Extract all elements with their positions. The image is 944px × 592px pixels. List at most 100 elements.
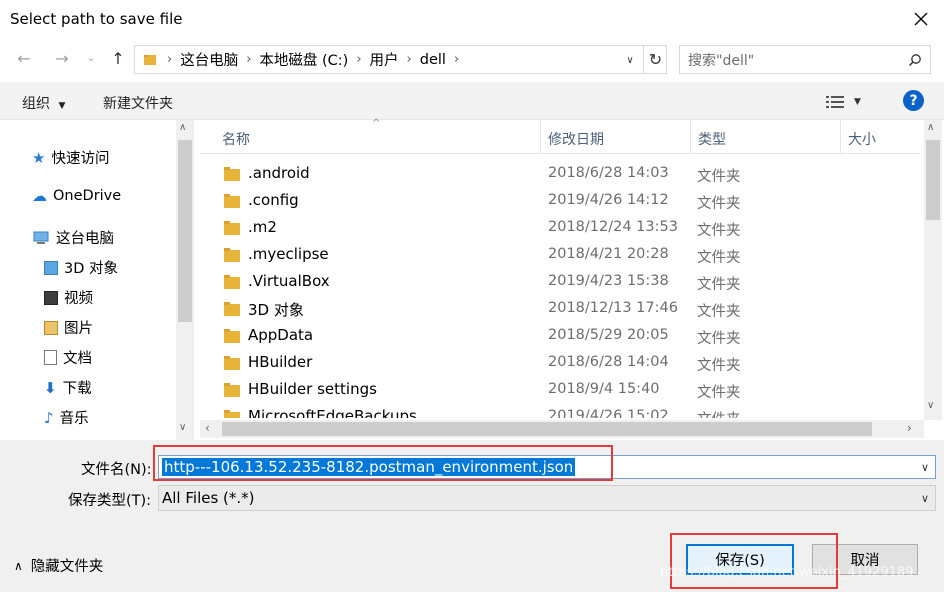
breadcrumb-separator[interactable]: › <box>354 52 363 67</box>
file-type: 文件夹 <box>697 358 741 374</box>
help-button[interactable]: ? <box>903 90 924 111</box>
file-row[interactable]: HBuilder settings 2018/9/4 15:40 文件夹 <box>200 377 920 404</box>
recent-locations-button[interactable]: ⌄ <box>82 46 100 70</box>
file-list-scrollbar-thumb[interactable] <box>926 140 940 220</box>
folder-icon <box>224 329 240 343</box>
breadcrumb-users[interactable]: 用户 <box>364 49 405 70</box>
nav-label: 文档 <box>63 351 92 367</box>
file-type: 文件夹 <box>697 304 741 320</box>
nav-label: 这台电脑 <box>56 231 114 247</box>
view-options-button[interactable]: ▼ <box>826 92 870 112</box>
arrow-left-icon: ← <box>17 48 31 68</box>
filename-dropdown-button[interactable]: ∨ <box>916 456 934 478</box>
breadcrumb-separator[interactable]: › <box>244 52 253 67</box>
music-icon: ♪ <box>44 408 54 427</box>
scroll-up-icon[interactable]: ∧ <box>179 122 186 133</box>
file-name: .m2 <box>248 218 277 236</box>
dropdown-arrow-icon: ▼ <box>854 97 861 107</box>
column-size[interactable]: 大小 <box>848 129 876 149</box>
address-bar[interactable]: › 这台电脑 › 本地磁盘 (C:) › 用户 › dell › <box>134 45 667 74</box>
organize-button[interactable]: 组织 ▼ <box>22 93 65 113</box>
3d-objects-icon <box>44 260 58 275</box>
file-row[interactable]: .myeclipse 2018/4/21 20:28 文件夹 <box>200 242 920 269</box>
file-row[interactable]: .android 2018/6/28 14:03 文件夹 <box>200 161 920 188</box>
column-type[interactable]: 类型 <box>698 129 726 149</box>
nav-quick-access[interactable]: ★ 快速访问 <box>32 147 109 168</box>
column-name[interactable]: 名称 <box>222 129 250 149</box>
filename-label: 文件名(N): <box>81 462 152 478</box>
column-modified[interactable]: 修改日期 <box>548 129 604 149</box>
hide-folders-toggle[interactable]: ∧ 隐藏文件夹 <box>14 555 103 576</box>
file-row[interactable]: .m2 2018/12/24 13:53 文件夹 <box>200 215 920 242</box>
file-row[interactable]: .config 2019/4/26 14:12 文件夹 <box>200 188 920 215</box>
help-icon: ? <box>909 92 918 109</box>
dropdown-arrow-icon: ▼ <box>58 101 66 111</box>
folder-icon <box>224 221 240 235</box>
highlight-box-buttons <box>670 533 838 589</box>
file-name: 3D 对象 <box>248 301 304 319</box>
nav-music[interactable]: ♪ 音乐 <box>44 407 89 428</box>
back-button[interactable]: ← <box>10 46 38 70</box>
column-divider[interactable] <box>690 120 691 154</box>
nav-videos[interactable]: 视频 <box>44 287 93 308</box>
scroll-down-icon[interactable]: ∨ <box>179 422 186 433</box>
arrow-right-icon: → <box>55 48 69 68</box>
file-type: 文件夹 <box>697 408 741 418</box>
file-type: 文件夹 <box>697 223 741 239</box>
scroll-down-icon[interactable]: ∨ <box>927 400 934 411</box>
breadcrumb-separator[interactable]: › <box>452 52 461 67</box>
file-row[interactable]: MicrosoftEdgeBackups 2019/4/26 15:02 文件夹 <box>200 404 920 418</box>
file-row[interactable]: 3D 对象 2018/12/13 17:46 文件夹 <box>200 296 920 323</box>
breadcrumb-separator[interactable]: › <box>405 52 414 67</box>
file-row[interactable]: HBuilder 2018/6/28 14:04 文件夹 <box>200 350 920 377</box>
close-button[interactable] <box>902 4 940 34</box>
video-icon <box>44 290 58 305</box>
nav-scrollbar-thumb[interactable] <box>178 140 192 322</box>
refresh-icon: ↻ <box>648 50 663 69</box>
nav-this-pc[interactable]: 这台电脑 <box>32 227 114 248</box>
column-divider[interactable] <box>540 120 541 154</box>
breadcrumb-dell[interactable]: dell <box>414 52 452 68</box>
nav-downloads[interactable]: ⬇ 下载 <box>44 377 92 398</box>
horizontal-scrollbar-thumb[interactable] <box>222 422 872 436</box>
star-icon: ★ <box>32 148 46 167</box>
column-divider[interactable] <box>840 120 841 154</box>
file-type: 文件夹 <box>697 196 741 212</box>
up-button[interactable]: ↑ <box>104 46 132 70</box>
nav-3d-objects[interactable]: 3D 对象 <box>44 257 118 278</box>
scroll-left-icon[interactable]: ‹ <box>205 421 210 435</box>
folder-icon <box>224 383 240 397</box>
breadcrumb-separator[interactable]: › <box>165 52 174 67</box>
filetype-label: 保存类型(T): <box>68 493 152 509</box>
file-modified: 2019/4/23 15:38 <box>548 273 669 289</box>
refresh-button[interactable]: ↻ <box>643 46 667 73</box>
nav-label: 3D 对象 <box>64 261 118 277</box>
search-input[interactable]: 搜索"dell" <box>679 45 931 74</box>
file-type: 文件夹 <box>697 250 741 266</box>
folder-icon <box>224 356 240 370</box>
breadcrumb-local-disk[interactable]: 本地磁盘 (C:) <box>253 49 354 70</box>
file-modified: 2018/5/29 20:05 <box>548 327 669 343</box>
nav-documents[interactable]: 文档 <box>44 347 92 368</box>
scroll-up-icon[interactable]: ∧ <box>927 122 934 133</box>
nav-pictures[interactable]: 图片 <box>44 317 93 338</box>
file-modified: 2019/4/26 14:12 <box>548 192 669 208</box>
file-row[interactable]: .VirtualBox 2019/4/23 15:38 文件夹 <box>200 269 920 296</box>
window-title: Select path to save file <box>10 10 183 28</box>
forward-button[interactable]: → <box>48 46 76 70</box>
folder-icon <box>144 54 156 65</box>
new-folder-button[interactable]: 新建文件夹 <box>103 93 173 113</box>
address-dropdown-button[interactable]: ∨ <box>620 49 640 71</box>
nav-label: OneDrive <box>53 188 122 204</box>
nav-label: 图片 <box>64 321 93 337</box>
file-type: 文件夹 <box>697 277 741 293</box>
filetype-select[interactable] <box>158 485 936 511</box>
file-name: HBuilder <box>248 353 313 371</box>
file-modified: 2018/4/21 20:28 <box>548 246 669 262</box>
file-type: 文件夹 <box>697 385 741 401</box>
file-row[interactable]: AppData 2018/5/29 20:05 文件夹 <box>200 323 920 350</box>
filetype-dropdown-button[interactable]: ∨ <box>916 487 934 509</box>
nav-onedrive[interactable]: ☁ OneDrive <box>32 187 121 205</box>
scroll-right-icon[interactable]: › <box>907 421 912 435</box>
breadcrumb-this-pc[interactable]: 这台电脑 <box>174 49 244 70</box>
